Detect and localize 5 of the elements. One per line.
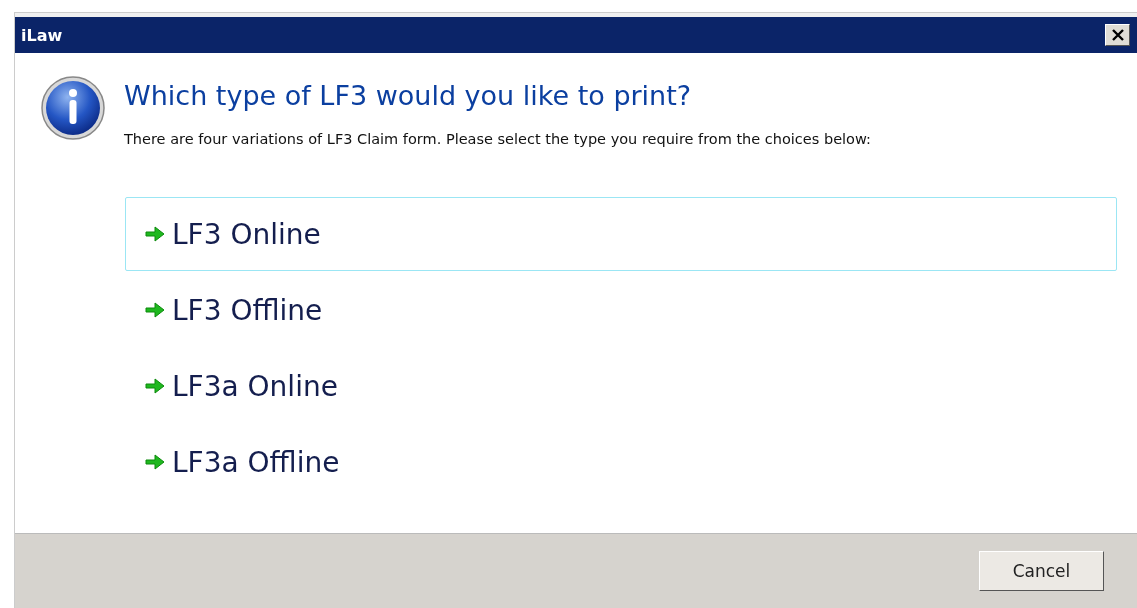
cancel-button[interactable]: Cancel — [979, 551, 1104, 591]
dialog-heading: Which type of LF3 would you like to print? — [124, 80, 693, 111]
dialog-message: There are four variations of LF3 Claim form. Please select the type you require from the choices below: — [124, 131, 871, 147]
choice-option[interactable]: LF3 Online — [125, 197, 1117, 271]
window-title: iLaw — [21, 25, 63, 45]
